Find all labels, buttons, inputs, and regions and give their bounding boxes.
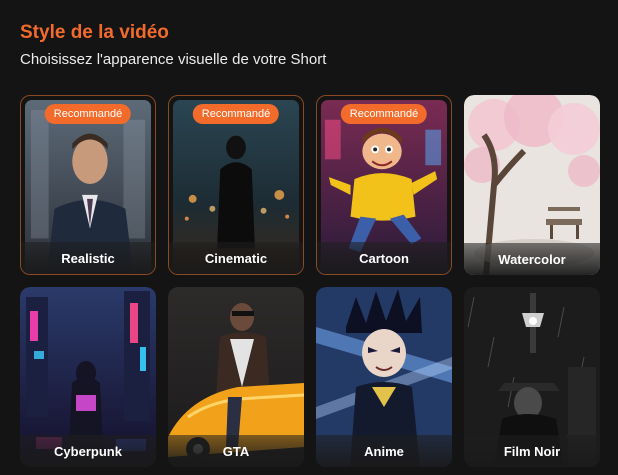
style-card-film-noir[interactable]: Film Noir — [464, 287, 600, 467]
style-card-cinematic[interactable]: Recommandé Cinematic — [168, 95, 304, 275]
style-card-watercolor[interactable]: Watercolor — [464, 95, 600, 275]
style-label: GTA — [222, 443, 250, 459]
recommended-badge: Recommandé — [44, 104, 132, 124]
style-card-cyberpunk[interactable]: Cyberpunk — [20, 287, 156, 467]
recommended-badge: Recommandé — [340, 104, 428, 124]
style-card-gta[interactable]: GTA — [168, 287, 304, 467]
page-title: Style de la vidéo — [20, 22, 169, 43]
style-label: Watercolor — [498, 251, 566, 267]
style-card-anime[interactable]: Anime — [316, 287, 452, 467]
style-label: Film Noir — [503, 443, 561, 459]
style-label: Cinematic — [204, 250, 268, 266]
style-card-cartoon[interactable]: Recommandé Cartoon — [316, 95, 452, 275]
style-card-realistic[interactable]: Recommandé Realistic — [20, 95, 156, 275]
style-label: Realistic — [61, 250, 115, 266]
style-label: Anime — [364, 443, 404, 459]
recommended-badge: Recommandé — [192, 104, 280, 124]
style-label: Cartoon — [359, 250, 409, 266]
style-grid: Recommandé Realistic Recommandé Cinemati… — [20, 95, 600, 475]
page-subtitle: Choisissez l'apparence visuelle de votre… — [20, 51, 327, 68]
style-label: Cyberpunk — [54, 443, 122, 459]
